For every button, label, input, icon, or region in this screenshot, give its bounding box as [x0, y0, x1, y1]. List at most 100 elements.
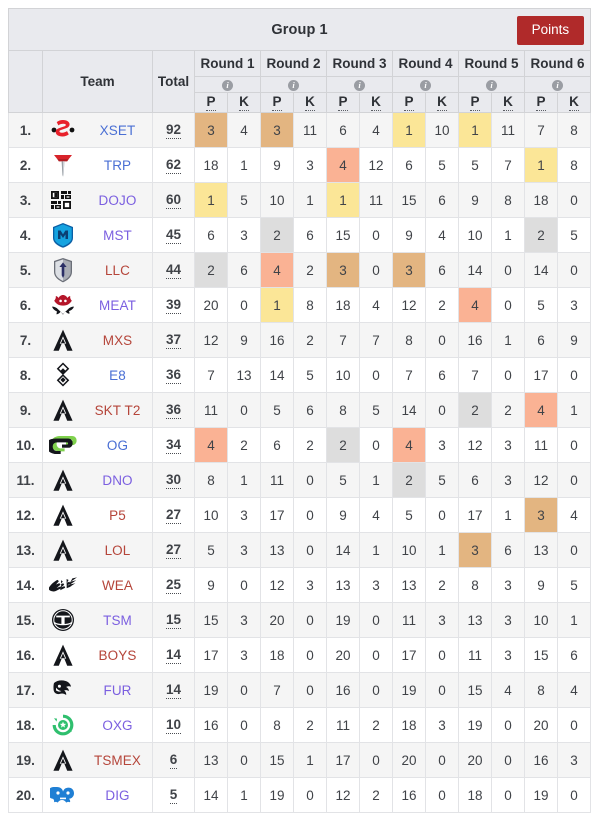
info-icon[interactable]: i	[222, 79, 233, 91]
kills-cell: 5	[293, 357, 327, 393]
kills-cell: 11	[491, 112, 525, 148]
info-icon[interactable]: i	[552, 79, 564, 91]
col-header-rank[interactable]	[8, 50, 43, 113]
table-row[interactable]: 20. DIG 5 14 1 19 0 12 2 16 0 18 0 19 0	[8, 777, 592, 813]
col-header-round-3[interactable]: Round 3	[326, 50, 393, 77]
col-header-round-2[interactable]: Round 2	[260, 50, 327, 77]
points-button[interactable]: Points	[516, 16, 585, 45]
team-name[interactable]: DNO	[83, 473, 152, 488]
col-header-round-1-k[interactable]: K	[227, 92, 261, 113]
kills-cell: 1	[359, 462, 393, 498]
team-cell[interactable]: MEAT	[42, 287, 153, 323]
col-header-round-4-k[interactable]: K	[425, 92, 459, 113]
team-name[interactable]: SKT T2	[83, 403, 152, 418]
team-name[interactable]: FUR	[83, 683, 152, 698]
team-name[interactable]: XSET	[83, 123, 152, 138]
team-cell[interactable]: DOJO	[42, 182, 153, 218]
team-cell[interactable]: BOYS	[42, 637, 153, 673]
team-cell[interactable]: SKT T2	[42, 392, 153, 428]
col-header-round-4[interactable]: Round 4	[392, 50, 459, 77]
info-icon[interactable]: i	[354, 79, 365, 91]
table-row[interactable]: 7. MXS 37 12 9 16 2 7 7 8 0 16 1 6 9	[8, 322, 592, 358]
info-icon[interactable]: i	[288, 79, 299, 91]
col-header-round-2-p[interactable]: P	[260, 92, 294, 113]
table-row[interactable]: 4. MST 45 6 3 2 6 15 0 9 4 10 1 2 5	[8, 217, 592, 253]
team-name[interactable]: BOYS	[83, 648, 152, 663]
team-name[interactable]: TRP	[83, 158, 152, 173]
team-cell[interactable]: DNO	[42, 462, 153, 498]
team-name[interactable]: MEAT	[83, 298, 152, 313]
col-header-round-6-k[interactable]: K	[556, 92, 592, 113]
table-row[interactable]: 1. XSET 92 3 4 3 11 6 4 1 10 1 11 7 8	[8, 112, 592, 148]
col-header-round-1-p[interactable]: P	[194, 92, 228, 113]
team-cell[interactable]: TSM	[42, 602, 153, 638]
team-cell[interactable]: XSET	[42, 112, 153, 148]
kills-cell: 4	[491, 672, 525, 708]
team-name[interactable]: MST	[83, 228, 152, 243]
col-header-round-3-p[interactable]: P	[326, 92, 360, 113]
placement-cell: 15	[326, 217, 360, 253]
total-value: 62	[165, 156, 182, 174]
table-row[interactable]: 2. TRP 62 18 1 9 3 4 12 6 5 5 7 1 8	[8, 147, 592, 183]
team-cell[interactable]: LLC	[42, 252, 153, 288]
col-header-team[interactable]: Team	[42, 50, 153, 113]
team-name[interactable]: TSM	[83, 613, 152, 628]
team-name[interactable]: TSMEX	[83, 753, 152, 768]
team-cell[interactable]: P5	[42, 497, 153, 533]
table-row[interactable]: 3. DOJO 60 1 5 10 1 1 11 15 6 9 8 18 0	[8, 182, 592, 218]
team-cell[interactable]: WEA	[42, 567, 153, 603]
col-header-round-6-p[interactable]: P	[524, 92, 558, 113]
info-icon[interactable]: i	[420, 79, 431, 91]
col-header-round-6[interactable]: Round 6	[523, 50, 592, 77]
team-name[interactable]: OG	[83, 438, 152, 453]
team-name[interactable]: LLC	[83, 263, 152, 278]
col-header-round-3-k[interactable]: K	[359, 92, 393, 113]
info-icon[interactable]: i	[486, 79, 497, 91]
table-row[interactable]: 17. FUR 14 19 0 7 0 16 0 19 0 15 4 8 4	[8, 672, 592, 708]
col-header-round-1[interactable]: Round 1	[194, 50, 261, 77]
table-row[interactable]: 10. OG 34 4 2 6 2 2 0 4 3 12 3 11 0	[8, 427, 592, 463]
standings-table: Group 1 Points Team Total Round 1 Round …	[7, 8, 592, 813]
col-header-total[interactable]: Total	[152, 50, 195, 113]
team-cell[interactable]: E8	[42, 357, 153, 393]
team-cell[interactable]: TSMEX	[42, 742, 153, 778]
team-name[interactable]: DOJO	[83, 193, 152, 208]
table-row[interactable]: 19. TSMEX 6 13 0 15 1 17 0 20 0 20 0 16 3	[8, 742, 592, 778]
rank-cell: 11.	[8, 462, 43, 498]
total-cell: 60	[152, 182, 195, 218]
team-cell[interactable]: TRP	[42, 147, 153, 183]
table-row[interactable]: 9. SKT T2 36 11 0 5 6 8 5 14 0 2 2 4 1	[8, 392, 592, 428]
table-row[interactable]: 5. LLC 44 2 6 4 2 3 0 3 6 14 0 14 0	[8, 252, 592, 288]
table-row[interactable]: 12. P5 27 10 3 17 0 9 4 5 0 17 1 3 4	[8, 497, 592, 533]
table-row[interactable]: 6. MEAT 39 20 0 1 8 18 4 12 2 4 0 5 3	[8, 287, 592, 323]
col-header-round-2-k[interactable]: K	[293, 92, 327, 113]
kills-cell: 6	[556, 637, 592, 673]
rank-cell: 18.	[8, 707, 43, 743]
table-row[interactable]: 18. OXG 10 16 0 8 2 11 2 18 3 19 0 20 0	[8, 707, 592, 743]
team-name[interactable]: MXS	[83, 333, 152, 348]
team-cell[interactable]: OXG	[42, 707, 153, 743]
col-header-round-5-k[interactable]: K	[491, 92, 525, 113]
table-row[interactable]: 14. WEA 25 9 0 12 3 13 3 13 2 8 3 9 5	[8, 567, 592, 603]
team-name[interactable]: E8	[83, 368, 152, 383]
table-row[interactable]: 15. TSM 15 15 3 20 0 19 0 11 3 13 3 10 1	[8, 602, 592, 638]
team-cell[interactable]: DIG	[42, 777, 153, 813]
table-row[interactable]: 13. LOL 27 5 3 13 0 14 1 10 1 3 6 13 0	[8, 532, 592, 568]
total-cell: 25	[152, 567, 195, 603]
col-header-round-5[interactable]: Round 5	[458, 50, 525, 77]
team-cell[interactable]: OG	[42, 427, 153, 463]
col-header-round-4-p[interactable]: P	[392, 92, 426, 113]
team-name[interactable]: OXG	[83, 718, 152, 733]
team-cell[interactable]: MXS	[42, 322, 153, 358]
team-name[interactable]: DIG	[83, 788, 152, 803]
team-name[interactable]: LOL	[83, 543, 152, 558]
col-header-round-5-p[interactable]: P	[458, 92, 492, 113]
team-name[interactable]: P5	[83, 508, 152, 523]
table-row[interactable]: 16. BOYS 14 17 3 18 0 20 0 17 0 11 3 15 6	[8, 637, 592, 673]
team-name[interactable]: WEA	[83, 578, 152, 593]
team-cell[interactable]: FUR	[42, 672, 153, 708]
team-cell[interactable]: LOL	[42, 532, 153, 568]
table-row[interactable]: 11. DNO 30 8 1 11 0 5 1 2 5 6 3 12 0	[8, 462, 592, 498]
table-row[interactable]: 8. E8 36 7 13 14 5 10 0 7 6 7 0 17 0	[8, 357, 592, 393]
team-cell[interactable]: MST	[42, 217, 153, 253]
